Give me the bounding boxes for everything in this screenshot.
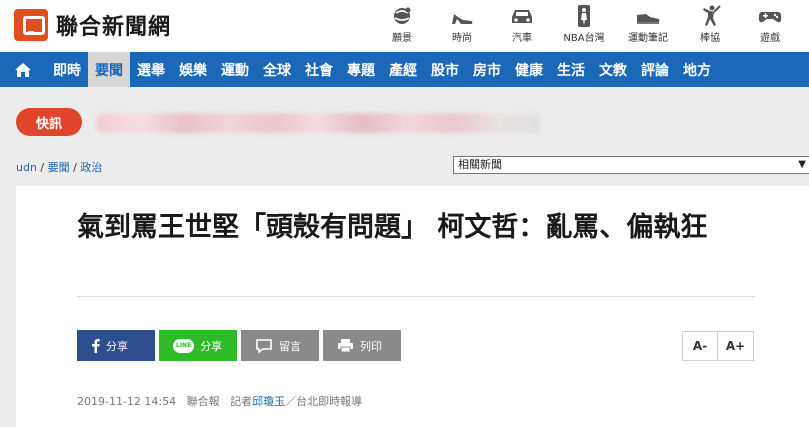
share-toolbar: 分享 LINE 分享 留言 列印 <box>77 330 405 361</box>
nav-item-health[interactable]: 健康 <box>508 52 550 87</box>
category-link-fashion[interactable]: 時尚 <box>432 4 492 44</box>
high-heel-icon <box>452 14 473 24</box>
udn-logo-icon <box>14 9 48 41</box>
facebook-icon <box>92 339 100 353</box>
nba-icon <box>578 5 590 27</box>
category-label: NBA台灣 <box>563 33 605 44</box>
site-logo[interactable]: 聯合新聞網 <box>14 9 171 41</box>
breadcrumb-section[interactable]: 要聞 <box>48 161 70 174</box>
nav-item-entertainment[interactable]: 娛樂 <box>172 52 214 87</box>
facebook-share-button[interactable]: 分享 <box>77 330 155 361</box>
article-date: 2019-11-12 14:54 <box>77 395 177 408</box>
site-header: 聯合新聞網 願景 時尚 汽車 NBA台灣 運動筆記 棒協 遊戲 <box>0 0 809 52</box>
title-divider <box>77 296 755 297</box>
article-location: ／台北即時報導 <box>285 395 363 408</box>
home-icon <box>15 62 31 77</box>
article-source: 聯合報 <box>186 395 220 408</box>
nav-item-realtime[interactable]: 即時 <box>46 52 88 87</box>
breadcrumb-separator: / <box>69 161 81 174</box>
nav-item-stocks[interactable]: 股市 <box>424 52 466 87</box>
printer-icon <box>338 339 353 353</box>
article-meta: 2019-11-12 14:54 聯合報 記者邱瓊玉／台北即時報導 <box>77 393 362 409</box>
nav-item-life[interactable]: 生活 <box>550 52 592 87</box>
main-nav: 即時 要聞 選舉 娛樂 運動 全球 社會 專題 產經 股市 房市 健康 生活 文… <box>0 52 809 87</box>
header-category-links: 願景 時尚 汽車 NBA台灣 運動筆記 棒協 遊戲 <box>372 4 800 44</box>
nav-item-headlines[interactable]: 要聞 <box>88 52 130 87</box>
baseball-player-icon <box>703 5 721 26</box>
comment-icon <box>256 339 272 353</box>
print-button[interactable]: 列印 <box>323 330 401 361</box>
facebook-share-label: 分享 <box>106 339 128 353</box>
nav-item-society[interactable]: 社會 <box>298 52 340 87</box>
breadcrumb-separator: / <box>36 161 48 174</box>
reporter-link[interactable]: 邱瓊玉 <box>252 395 285 408</box>
nav-item-local[interactable]: 地方 <box>676 52 718 87</box>
category-link-vision[interactable]: 願景 <box>372 4 432 44</box>
breaking-news-badge[interactable]: 快訊 <box>16 108 82 136</box>
nav-home-button[interactable] <box>0 52 46 87</box>
font-size-controls: A- A+ <box>682 331 754 361</box>
nav-item-sports[interactable]: 運動 <box>214 52 256 87</box>
globe-icon <box>394 7 411 24</box>
nav-item-education[interactable]: 文教 <box>592 52 634 87</box>
nav-item-housing[interactable]: 房市 <box>466 52 508 87</box>
article-title: 氣到罵王世堅「頭殼有問題」 柯文哲：亂罵、偏執狂 <box>77 212 708 243</box>
category-link-baseball[interactable]: 棒協 <box>680 4 740 44</box>
car-icon <box>512 10 532 23</box>
font-increase-button[interactable]: A+ <box>718 331 754 361</box>
category-link-nba[interactable]: NBA台灣 <box>552 4 616 44</box>
related-news-selected: 相關新聞 <box>458 158 502 171</box>
brand-name: 聯合新聞網 <box>56 15 172 40</box>
nav-item-business[interactable]: 產經 <box>382 52 424 87</box>
comment-button[interactable]: 留言 <box>241 330 319 361</box>
breadcrumb: udn / 要聞 / 政治 <box>16 159 102 175</box>
nav-item-election[interactable]: 選舉 <box>130 52 172 87</box>
sneaker-icon <box>637 14 660 24</box>
gamepad-icon <box>758 12 782 23</box>
print-label: 列印 <box>360 339 382 353</box>
font-decrease-button[interactable]: A- <box>682 331 718 361</box>
category-label: 棒協 <box>700 33 720 44</box>
category-link-games[interactable]: 遊戲 <box>740 4 800 44</box>
category-label: 時尚 <box>452 33 472 44</box>
nav-item-opinion[interactable]: 評論 <box>634 52 676 87</box>
category-label: 遊戲 <box>760 33 780 44</box>
nav-item-global[interactable]: 全球 <box>256 52 298 87</box>
line-icon: LINE <box>173 338 195 353</box>
reporter-prefix: 記者 <box>230 395 253 408</box>
dropdown-arrow-icon: ▼ <box>798 159 806 170</box>
breadcrumb-sub[interactable]: 政治 <box>80 161 102 174</box>
category-label: 願景 <box>392 33 412 44</box>
category-link-running[interactable]: 運動筆記 <box>616 4 680 44</box>
line-share-button[interactable]: LINE 分享 <box>159 330 237 361</box>
category-label: 汽車 <box>512 33 532 44</box>
line-share-label: 分享 <box>200 339 223 353</box>
related-news-select[interactable]: 相關新聞 ▼ <box>453 156 809 174</box>
breadcrumb-home[interactable]: udn <box>16 161 37 174</box>
nav-item-features[interactable]: 專題 <box>340 52 382 87</box>
category-label: 運動筆記 <box>628 33 668 44</box>
category-link-auto[interactable]: 汽車 <box>492 4 552 44</box>
article-card: 氣到罵王世堅「頭殼有問題」 柯文哲：亂罵、偏執狂 分享 LINE 分享 留言 列… <box>16 186 809 427</box>
breaking-news-ticker[interactable] <box>96 113 541 133</box>
comment-label: 留言 <box>279 339 301 353</box>
